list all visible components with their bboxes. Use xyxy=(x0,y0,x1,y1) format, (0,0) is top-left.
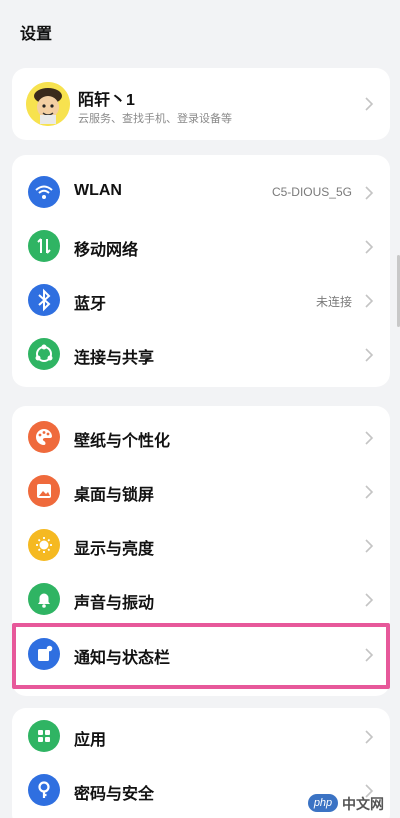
palette-icon xyxy=(28,421,60,453)
apps-label: 应用 xyxy=(74,732,107,749)
highlight-frame xyxy=(12,623,390,689)
chevron-right-icon xyxy=(365,348,374,362)
sound-vibration-row[interactable]: 声音与振动 xyxy=(12,573,390,627)
mobile-network-row[interactable]: 移动网络 xyxy=(12,220,390,274)
sound-vibration-label: 声音与振动 xyxy=(74,595,155,612)
wlan-label: WLAN xyxy=(74,182,122,199)
desktop-lockscreen-label: 桌面与锁屏 xyxy=(74,487,155,504)
mobile-network-label: 移动网络 xyxy=(74,242,139,259)
chevron-right-icon xyxy=(365,485,374,499)
bluetooth-label: 蓝牙 xyxy=(74,296,107,313)
password-security-label: 密码与安全 xyxy=(74,786,155,803)
watermark-badge: php xyxy=(308,794,338,812)
wifi-icon xyxy=(28,176,60,208)
bluetooth-value: 未连接 xyxy=(315,295,352,309)
wlan-value: C5-DIOUS_5G xyxy=(271,185,352,199)
profile-row[interactable]: 陌轩丶1 云服务、查找手机、登录设备等 xyxy=(12,68,390,140)
chevron-right-icon xyxy=(365,294,374,308)
wallpaper-personalization-label: 壁纸与个性化 xyxy=(74,433,171,450)
display-brightness-label: 显示与亮度 xyxy=(74,541,155,558)
chevron-right-icon xyxy=(365,539,374,553)
settings-screen: 设置 陌轩丶1 云服务、查找手机、登录设备等 WLAN C5-DIOUS_5G … xyxy=(0,0,400,818)
connection-sharing-label: 连接与共享 xyxy=(74,350,155,367)
key-icon xyxy=(28,774,60,806)
bluetooth-icon xyxy=(28,284,60,316)
watermark: php 中文网 xyxy=(308,792,394,814)
chevron-right-icon xyxy=(365,730,374,744)
display-brightness-row[interactable]: 显示与亮度 xyxy=(12,519,390,573)
apps-row[interactable]: 应用 xyxy=(12,710,390,764)
avatar xyxy=(26,82,70,126)
chevron-right-icon xyxy=(365,593,374,607)
page-title: 设置 xyxy=(20,26,53,43)
brightness-icon xyxy=(28,529,60,561)
wallpaper-personalization-row[interactable]: 壁纸与个性化 xyxy=(12,411,390,465)
mobile-data-icon xyxy=(28,230,60,262)
profile-card[interactable]: 陌轩丶1 云服务、查找手机、登录设备等 xyxy=(12,68,390,140)
chevron-right-icon xyxy=(365,431,374,445)
chevron-right-icon xyxy=(365,97,374,111)
watermark-text: 中文网 xyxy=(342,796,384,812)
connection-sharing-row[interactable]: 连接与共享 xyxy=(12,328,390,382)
apps-icon xyxy=(28,720,60,752)
profile-subtitle: 云服务、查找手机、登录设备等 xyxy=(78,113,232,125)
profile-name: 陌轩丶1 xyxy=(78,92,135,109)
share-icon xyxy=(28,338,60,370)
bell-icon xyxy=(28,583,60,615)
wallpaper-icon xyxy=(28,475,60,507)
network-settings-card: WLAN C5-DIOUS_5G 移动网络 蓝牙 未连接 连接与共享 xyxy=(12,155,390,387)
chevron-right-icon xyxy=(365,240,374,254)
bluetooth-row[interactable]: 蓝牙 未连接 xyxy=(12,274,390,328)
wlan-row[interactable]: WLAN C5-DIOUS_5G xyxy=(12,166,390,220)
chevron-right-icon xyxy=(365,186,374,200)
desktop-lockscreen-row[interactable]: 桌面与锁屏 xyxy=(12,465,390,519)
